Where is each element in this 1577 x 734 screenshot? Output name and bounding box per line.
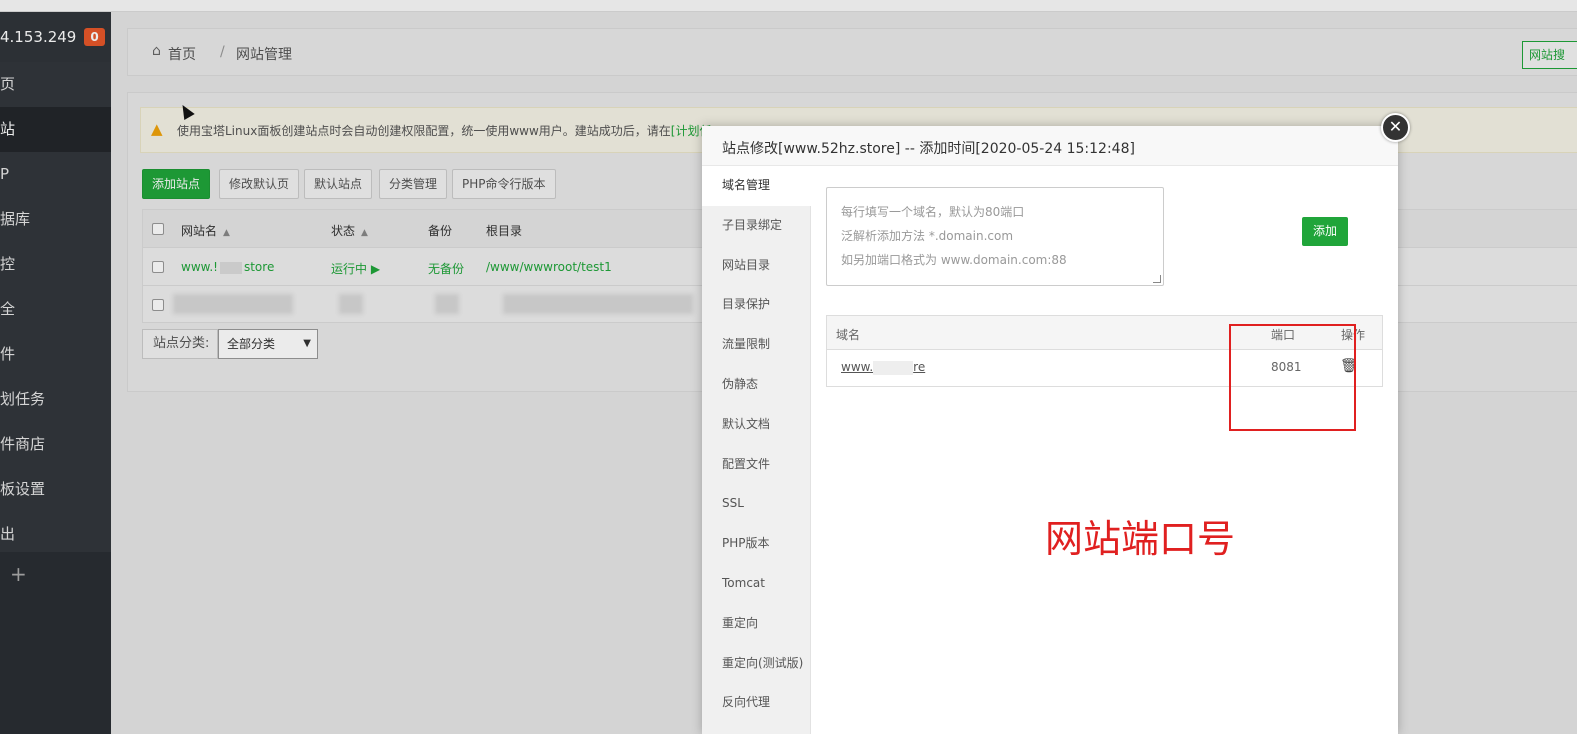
- tab-subdir-binding[interactable]: 子目录绑定: [702, 206, 810, 246]
- placeholder-line: 泛解析添加方法 *.domain.com: [841, 229, 1014, 243]
- header-domain: 域名: [836, 328, 861, 342]
- dialog-title: 站点修改[www.52hz.store] -- 添加时间[2020-05-24 …: [722, 141, 1135, 157]
- placeholder-line: 如另加端口格式为 www.domain.com:88: [841, 253, 1067, 267]
- tab-dir-protection[interactable]: 目录保护: [702, 285, 810, 325]
- placeholder-line: 每行填写一个域名，默认为80端口: [841, 205, 1025, 219]
- tab-rewrite[interactable]: 伪静态: [702, 365, 810, 405]
- domain-input[interactable]: 每行填写一个域名，默认为80端口 泛解析添加方法 *.domain.com 如另…: [826, 187, 1164, 286]
- domain-link[interactable]: www. re: [841, 360, 925, 375]
- annotation-text: 网站端口号: [1045, 517, 1236, 561]
- tab-config-file[interactable]: 配置文件: [702, 445, 810, 485]
- tab-ssl[interactable]: SSL: [702, 484, 810, 524]
- tab-redirect-beta[interactable]: 重定向(测试版): [702, 644, 810, 684]
- dialog-header: 站点修改[www.52hz.store] -- 添加时间[2020-05-24 …: [702, 126, 1398, 166]
- add-domain-button[interactable]: 添加: [1302, 217, 1348, 246]
- dialog-tab-list: 域名管理 子目录绑定 网站目录 目录保护 流量限制 伪静态 默认文档 配置文件 …: [702, 166, 811, 734]
- tab-site-directory[interactable]: 网站目录: [702, 246, 810, 286]
- tab-php-version[interactable]: PHP版本: [702, 524, 810, 564]
- tab-reverse-proxy[interactable]: 反向代理: [702, 683, 810, 723]
- tab-tomcat[interactable]: Tomcat: [702, 564, 810, 604]
- tab-traffic-limit[interactable]: 流量限制: [702, 325, 810, 365]
- tab-default-document[interactable]: 默认文档: [702, 405, 810, 445]
- resize-handle-icon[interactable]: [1153, 275, 1161, 283]
- tab-domain-manage[interactable]: 域名管理: [702, 166, 811, 206]
- close-icon[interactable]: ✕: [1381, 113, 1410, 142]
- tab-redirect[interactable]: 重定向: [702, 604, 810, 644]
- annotation-highlight-box: [1229, 324, 1356, 431]
